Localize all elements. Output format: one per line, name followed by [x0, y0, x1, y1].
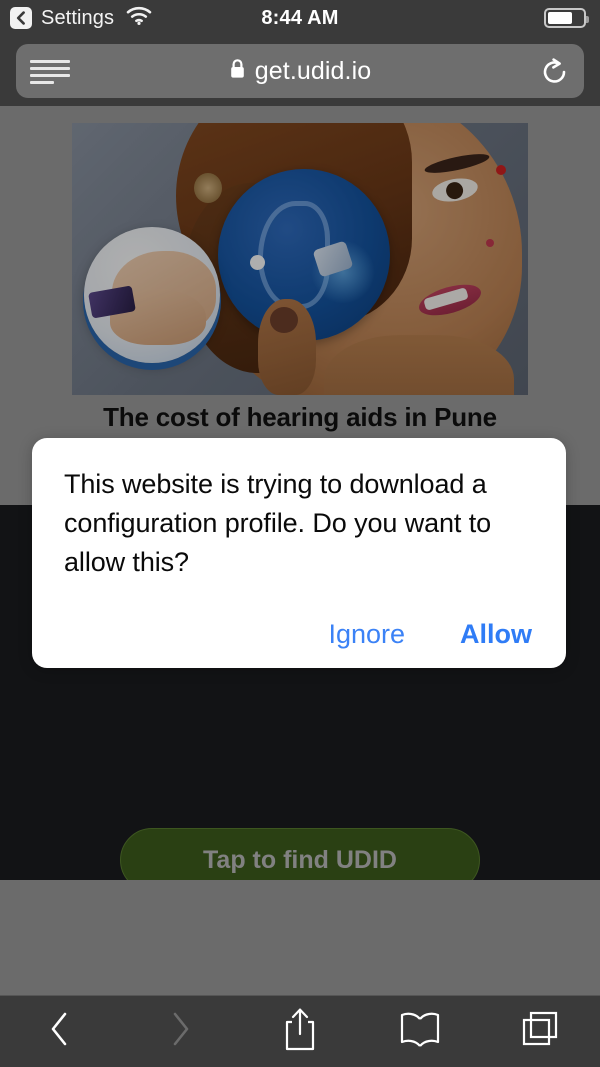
- share-icon: [282, 1006, 318, 1057]
- address-bar-url: get.udid.io: [254, 56, 372, 85]
- tabs-button[interactable]: [480, 996, 600, 1067]
- alert-message-text: This website is trying to download a con…: [64, 469, 492, 577]
- status-bar: Settings 8:44 AM: [0, 0, 600, 36]
- back-button[interactable]: [0, 996, 120, 1067]
- status-bar-clock: 8:44 AM: [261, 6, 339, 29]
- iphone-safari-screen: Settings 8:44 AM get.udid.io The cost of…: [0, 0, 600, 1067]
- alert-actions: Ignore Allow: [328, 619, 532, 650]
- lock-icon: [229, 58, 246, 85]
- browser-nav-bar: get.udid.io: [0, 36, 600, 106]
- allow-button[interactable]: Allow: [460, 619, 532, 650]
- forward-chevron-icon: [168, 1011, 192, 1052]
- reload-icon[interactable]: [540, 57, 570, 92]
- book-icon: [398, 1009, 442, 1054]
- battery-icon: [544, 8, 589, 28]
- status-bar-battery: [544, 0, 589, 36]
- address-bar[interactable]: get.udid.io: [16, 44, 584, 98]
- share-button[interactable]: [240, 996, 360, 1067]
- forward-button[interactable]: [120, 996, 240, 1067]
- ignore-button[interactable]: Ignore: [328, 619, 405, 650]
- bookmarks-button[interactable]: [360, 996, 480, 1067]
- download-profile-alert: This website is trying to download a con…: [32, 438, 566, 668]
- tabs-icon: [520, 1009, 560, 1054]
- back-chevron-icon: [48, 1011, 72, 1052]
- browser-bottom-toolbar: [0, 995, 600, 1067]
